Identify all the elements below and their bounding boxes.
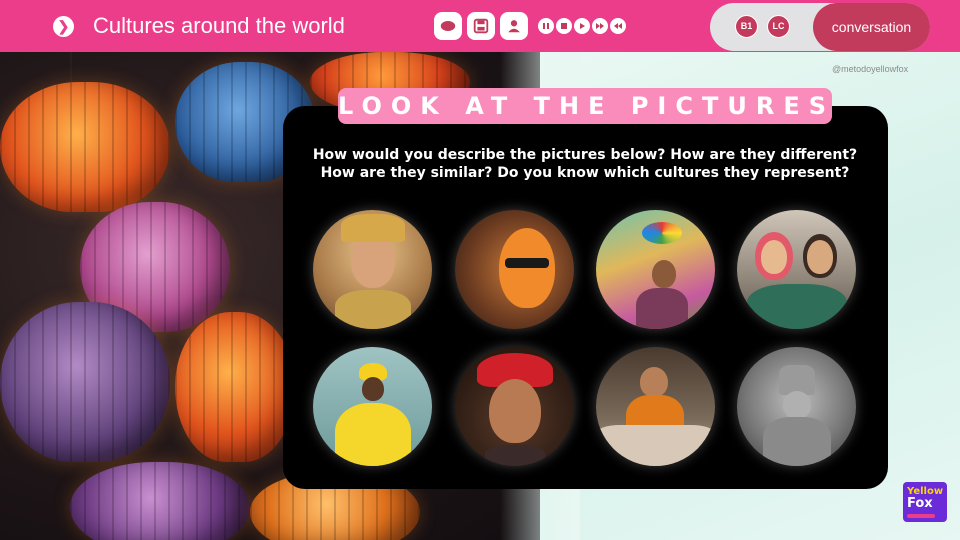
photo-red-headdress[interactable] [455, 347, 574, 466]
play-icon[interactable] [574, 18, 590, 34]
photo-golden-headdress[interactable] [313, 210, 432, 329]
logo-line-2: Fox [907, 496, 933, 511]
photo-stone-deity[interactable] [737, 347, 856, 466]
photo-carnival-dancer[interactable] [596, 210, 715, 329]
level-badge-lc[interactable]: LC [767, 15, 790, 38]
level-badge-b1[interactable]: B1 [735, 15, 758, 38]
question-line-1: How would you describe the pictures belo… [312, 147, 858, 163]
page-title: Cultures around the world [93, 13, 345, 38]
logo-bar [907, 514, 935, 518]
fast-forward-icon[interactable] [592, 18, 608, 34]
yellow-fox-logo: Yellow Fox [903, 482, 947, 522]
photo-two-women[interactable] [737, 210, 856, 329]
conversation-button[interactable]: conversation [813, 3, 930, 51]
photo-yellow-dress[interactable] [313, 347, 432, 466]
rewind-icon[interactable] [610, 18, 626, 34]
chat-icon[interactable] [434, 12, 462, 40]
social-handle: @metodoyellowfox [832, 64, 909, 74]
instruction-banner: LOOK AT THE PICTURES BELOW [338, 88, 832, 124]
pause-icon[interactable] [538, 18, 554, 34]
save-disk-icon[interactable] [467, 12, 495, 40]
chevron-right-icon[interactable]: ❯ [53, 16, 74, 37]
user-icon[interactable] [500, 12, 528, 40]
stop-icon[interactable] [556, 18, 572, 34]
photo-monk-children[interactable] [596, 347, 715, 466]
photo-painted-face[interactable] [455, 210, 574, 329]
discussion-question: How would you describe the pictures belo… [300, 146, 870, 182]
question-line-2: How are they similar? Do you know which … [320, 165, 850, 181]
